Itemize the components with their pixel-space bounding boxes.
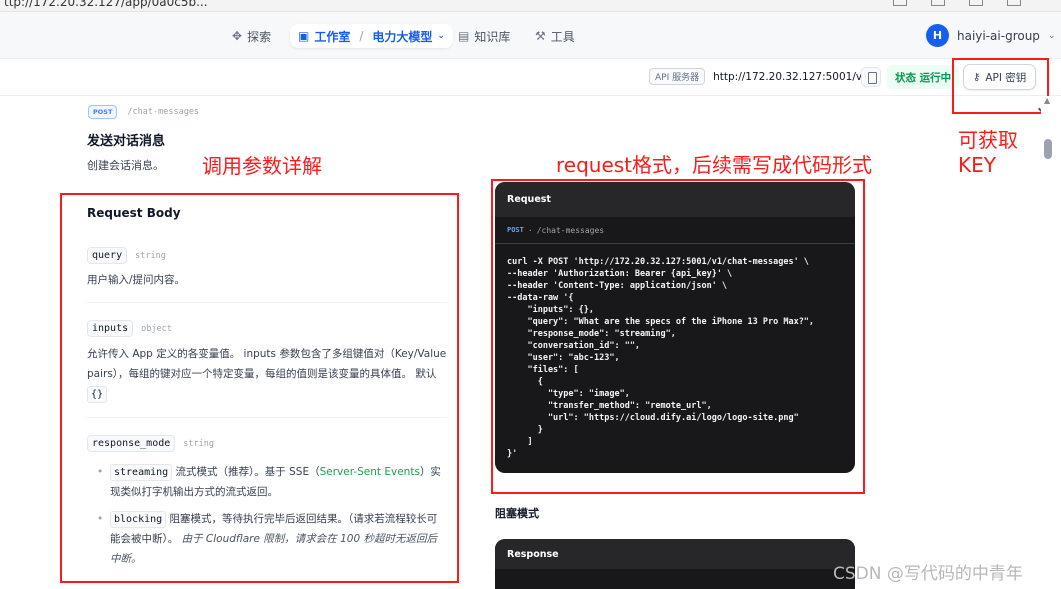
scroll-up-icon[interactable]: ▲ — [1044, 96, 1050, 105]
status-badge: 状态 运行中 — [887, 65, 960, 89]
extension-icon[interactable] — [893, 0, 907, 6]
watermark: CSDN @写代码的中青年 — [833, 564, 1023, 584]
nav-knowledge-label: 知识库 — [474, 29, 511, 44]
annotation-key-line2: KEY — [958, 153, 996, 177]
annotation-key: 可获取 KEY — [958, 128, 1018, 178]
annotation-key-line1: 可获取 — [958, 128, 1018, 152]
user-menu[interactable]: H haiyi-ai-group ⌄ — [926, 24, 1055, 47]
blocking-mode-title: 阻塞模式 — [495, 507, 539, 520]
favorites-icon[interactable] — [969, 0, 983, 6]
browser-url[interactable]: ttp://172.20.32.127/app/0a0c5b... — [4, 0, 208, 9]
response-code-panel: Response — [495, 539, 855, 589]
api-server-url: http://172.20.32.127:5001/v1 — [713, 70, 869, 83]
nav-separator: / — [359, 29, 364, 43]
nav-tools[interactable]: ⚒ 工具 — [535, 24, 575, 48]
book-icon: ▤ — [458, 29, 470, 43]
chevron-down-icon[interactable]: ⌄ — [437, 31, 445, 41]
user-name: haiyi-ai-group — [957, 28, 1040, 43]
top-navbar: ✥ 探索 ▣ 工作室 / 电力大模型 ⌄ ▤ 知识库 ⚒ 工具 H haiyi-… — [0, 12, 1061, 59]
copy-icon[interactable] — [861, 67, 881, 87]
studio-icon: ▣ — [298, 29, 310, 43]
avatar: H — [926, 24, 949, 47]
annotation-box-key — [952, 58, 1049, 114]
nav-explore[interactable]: ✥ 探索 — [232, 24, 271, 48]
browser-toolbar: ttp://172.20.32.127/app/0a0c5b... — [0, 0, 1061, 12]
browser-icons — [893, 0, 1021, 6]
nav-tools-label: 工具 — [550, 29, 575, 44]
endpoint-row: POST /chat-messages — [88, 105, 199, 119]
nav-explore-label: 探索 — [247, 29, 272, 44]
split-view-icon[interactable] — [931, 0, 945, 6]
toolbox-icon: ⚒ — [535, 29, 546, 43]
chevron-down-icon: ⌄ — [1047, 30, 1056, 41]
scrollbar-thumb[interactable] — [1044, 139, 1052, 159]
method-badge: POST — [88, 105, 118, 119]
api-server: API 服务器 http://172.20.32.127:5001/v1 — [649, 67, 869, 86]
annotation-params: 调用参数详解 — [202, 154, 322, 178]
annotation-format: request格式，后续需写成代码形式 — [556, 153, 873, 177]
scrollbar[interactable] — [1041, 96, 1061, 589]
annotation-box-params — [60, 193, 459, 583]
section-description: 创建会话消息。 — [87, 159, 164, 172]
compass-icon: ✥ — [232, 29, 243, 43]
api-server-tag: API 服务器 — [649, 68, 706, 85]
collections-icon[interactable] — [1007, 0, 1021, 6]
nav-studio-label: 工作室 — [314, 29, 351, 44]
nav-knowledge[interactable]: ▤ 知识库 — [458, 24, 510, 48]
response-panel-title: Response — [495, 539, 855, 569]
annotation-box-request — [491, 179, 865, 494]
section-title: 发送对话消息 — [87, 134, 166, 149]
nav-studio[interactable]: ▣ 工作室 / 电力大模型 ⌄ — [290, 24, 453, 48]
endpoint-path: /chat-messages — [127, 107, 200, 117]
app-selector-label[interactable]: 电力大模型 — [372, 28, 432, 45]
api-subbar: API 服务器 http://172.20.32.127:5001/v1 状态 … — [0, 60, 1061, 96]
